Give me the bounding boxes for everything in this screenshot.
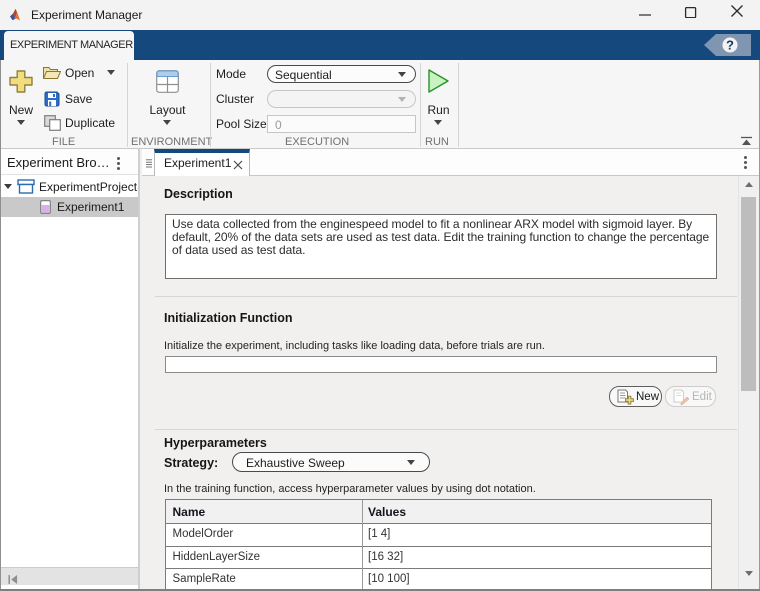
svg-text:?: ? xyxy=(726,38,734,53)
